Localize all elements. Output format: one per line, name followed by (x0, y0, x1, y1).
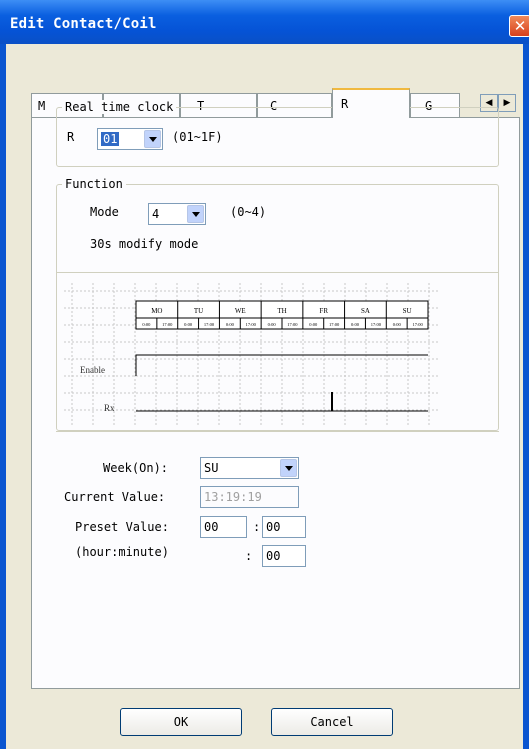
tab-label: M (38, 99, 46, 113)
time-label: 0:00 (393, 322, 402, 327)
day-label: TH (277, 307, 286, 315)
time-label: 0:00 (226, 322, 235, 327)
ok-button[interactable]: OK (120, 708, 242, 736)
enable-label: Enable (80, 365, 105, 375)
window-frame-right (523, 44, 529, 749)
rx-label: Rx (104, 403, 115, 413)
window-title: Edit Contact/Coil (10, 16, 157, 32)
preset-minute-input[interactable]: 00 (262, 516, 306, 538)
day-label: TU (194, 307, 203, 315)
time-label: 0:00 (309, 322, 318, 327)
week-select[interactable]: SU (200, 457, 299, 479)
close-icon[interactable]: ✕ (509, 15, 529, 37)
tab-label: R (341, 97, 349, 111)
second-value-input[interactable]: 00 (262, 545, 306, 567)
time-label: 17:00 (371, 322, 382, 327)
hour-minute-hint: (hour:minute) (75, 545, 169, 559)
chevron-down-icon[interactable] (187, 205, 204, 223)
week-label: Week(On): (103, 461, 169, 475)
day-label: MO (151, 307, 162, 315)
time-label: 17:00 (412, 322, 423, 327)
time-label: 0:00 (184, 322, 193, 327)
time-label: 17:00 (329, 322, 340, 327)
time-label: 0:00 (142, 322, 151, 327)
divider (56, 431, 499, 432)
preset-colon: : (253, 520, 261, 534)
time-label: 17:00 (204, 322, 215, 327)
function-legend: Function (62, 177, 126, 191)
mode-select[interactable]: 4 (148, 203, 206, 225)
cancel-button[interactable]: Cancel (271, 708, 393, 736)
week-value: SU (204, 461, 219, 475)
preset-value-label: Preset Value: (75, 520, 169, 534)
current-value-label: Current Value: (64, 490, 166, 504)
tab-scroll-right-icon[interactable]: ▶ (498, 94, 516, 112)
mode-value: 4 (152, 207, 160, 221)
rtc-number-value: 01 (101, 132, 120, 146)
mode-label: Mode (90, 205, 119, 219)
second-colon: : (245, 549, 253, 563)
day-label: SA (361, 307, 370, 315)
rtc-range: (01~1F) (172, 130, 223, 144)
day-label: FR (319, 307, 328, 315)
mode-description: 30s modify mode (90, 237, 199, 251)
chevron-down-icon[interactable] (280, 459, 297, 477)
preset-hour-input[interactable]: 00 (200, 516, 247, 538)
tab-r[interactable]: R (332, 88, 410, 118)
time-label: 17:00 (246, 322, 257, 327)
day-label: SU (403, 307, 412, 315)
divider (56, 272, 499, 273)
time-label: 0:00 (268, 322, 277, 327)
rtc-prefix: R (67, 130, 75, 144)
time-label: 0:00 (351, 322, 360, 327)
rtc-legend: Real time clock (62, 100, 177, 114)
timing-diagram: MO TU WE TH FR SA SU 0:00 17:00 0:00 17:00 0:00 17:… (64, 283, 439, 427)
current-value-field: 13:19:19 (200, 486, 299, 508)
time-label: 17:00 (162, 322, 173, 327)
rtc-number-select[interactable]: 01 (97, 128, 163, 150)
day-label: WE (235, 307, 246, 315)
time-label: 17:00 (287, 322, 298, 327)
chevron-down-icon[interactable] (144, 130, 161, 148)
mode-range: (0~4) (230, 205, 267, 219)
